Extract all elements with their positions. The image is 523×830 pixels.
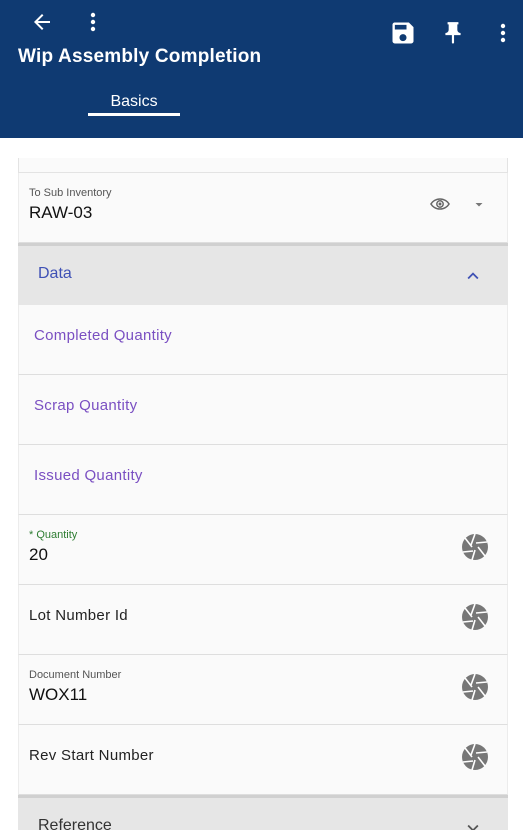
chevron-up-icon: [467, 272, 479, 280]
arrow-back-icon: [34, 14, 50, 30]
pin-button[interactable]: [436, 16, 470, 50]
lot-number-id-label: Lot Number Id: [29, 607, 128, 624]
issued-quantity-label: Issued Quantity: [34, 467, 143, 484]
camera-aperture-icon[interactable]: [461, 743, 489, 771]
to-sub-inventory-label: To Sub Inventory: [29, 187, 112, 199]
dropdown-arrow-icon[interactable]: [471, 193, 487, 215]
overflow-menu-button[interactable]: [490, 16, 516, 50]
camera-aperture-icon[interactable]: [461, 673, 489, 701]
pin-icon: [445, 22, 461, 44]
tab-basics[interactable]: Basics: [88, 88, 180, 116]
section-reference-header[interactable]: Reference: [18, 795, 508, 830]
section-data-label: Data: [38, 265, 72, 282]
document-number-label: Document Number: [29, 669, 122, 681]
issued-quantity-field: Issued Quantity: [18, 445, 508, 515]
rev-start-number-label: Rev Start Number: [29, 747, 154, 764]
overflow-menu-button-left[interactable]: [80, 6, 106, 38]
lot-number-id-field[interactable]: Lot Number Id: [18, 585, 508, 655]
quantity-label-text: Quantity: [36, 529, 78, 541]
chevron-down-icon: [467, 824, 479, 830]
camera-aperture-icon[interactable]: [461, 603, 489, 631]
section-reference-label: Reference: [38, 817, 112, 830]
previous-field-stub: [18, 158, 508, 173]
scrap-quantity-label: Scrap Quantity: [34, 397, 138, 414]
quantity-label: * Quantity: [29, 529, 77, 541]
section-data-header[interactable]: Data: [18, 243, 508, 305]
completed-quantity-field: Completed Quantity: [18, 305, 508, 375]
quantity-field[interactable]: * Quantity 20: [18, 515, 508, 585]
document-number-field[interactable]: Document Number WOX11: [18, 655, 508, 725]
save-icon: [392, 22, 414, 44]
back-button[interactable]: [24, 6, 60, 38]
camera-aperture-icon[interactable]: [461, 533, 489, 561]
required-marker: *: [29, 529, 34, 541]
scrap-quantity-field: Scrap Quantity: [18, 375, 508, 445]
form-content: To Sub Inventory RAW-03 Data Completed Q…: [18, 158, 508, 830]
rev-start-number-field[interactable]: Rev Start Number: [18, 725, 508, 795]
quantity-value: 20: [29, 545, 48, 564]
more-vert-icon: [500, 23, 506, 43]
app-bar: Wip Assembly Completion Basics: [0, 0, 523, 138]
to-sub-inventory-value: RAW-03: [29, 203, 93, 222]
save-button[interactable]: [386, 16, 420, 50]
tab-indicator: [88, 113, 180, 116]
more-vert-icon: [90, 12, 96, 32]
page-title: Wip Assembly Completion: [18, 46, 262, 67]
completed-quantity-label: Completed Quantity: [34, 327, 172, 344]
to-sub-inventory-field[interactable]: To Sub Inventory RAW-03: [18, 173, 508, 243]
document-number-value: WOX11: [29, 685, 88, 704]
eye-icon[interactable]: [429, 193, 451, 215]
